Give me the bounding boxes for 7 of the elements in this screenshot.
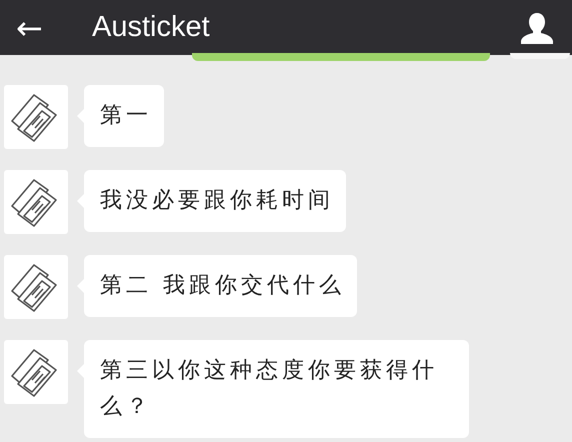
ticket-icon xyxy=(4,170,68,234)
ticket-icon xyxy=(4,255,68,319)
person-icon[interactable] xyxy=(520,10,554,44)
ticket-icon xyxy=(4,85,68,149)
chat-title: Austicket xyxy=(92,11,211,44)
back-button[interactable]: ← xyxy=(16,12,56,44)
ticket-icon xyxy=(4,340,68,404)
